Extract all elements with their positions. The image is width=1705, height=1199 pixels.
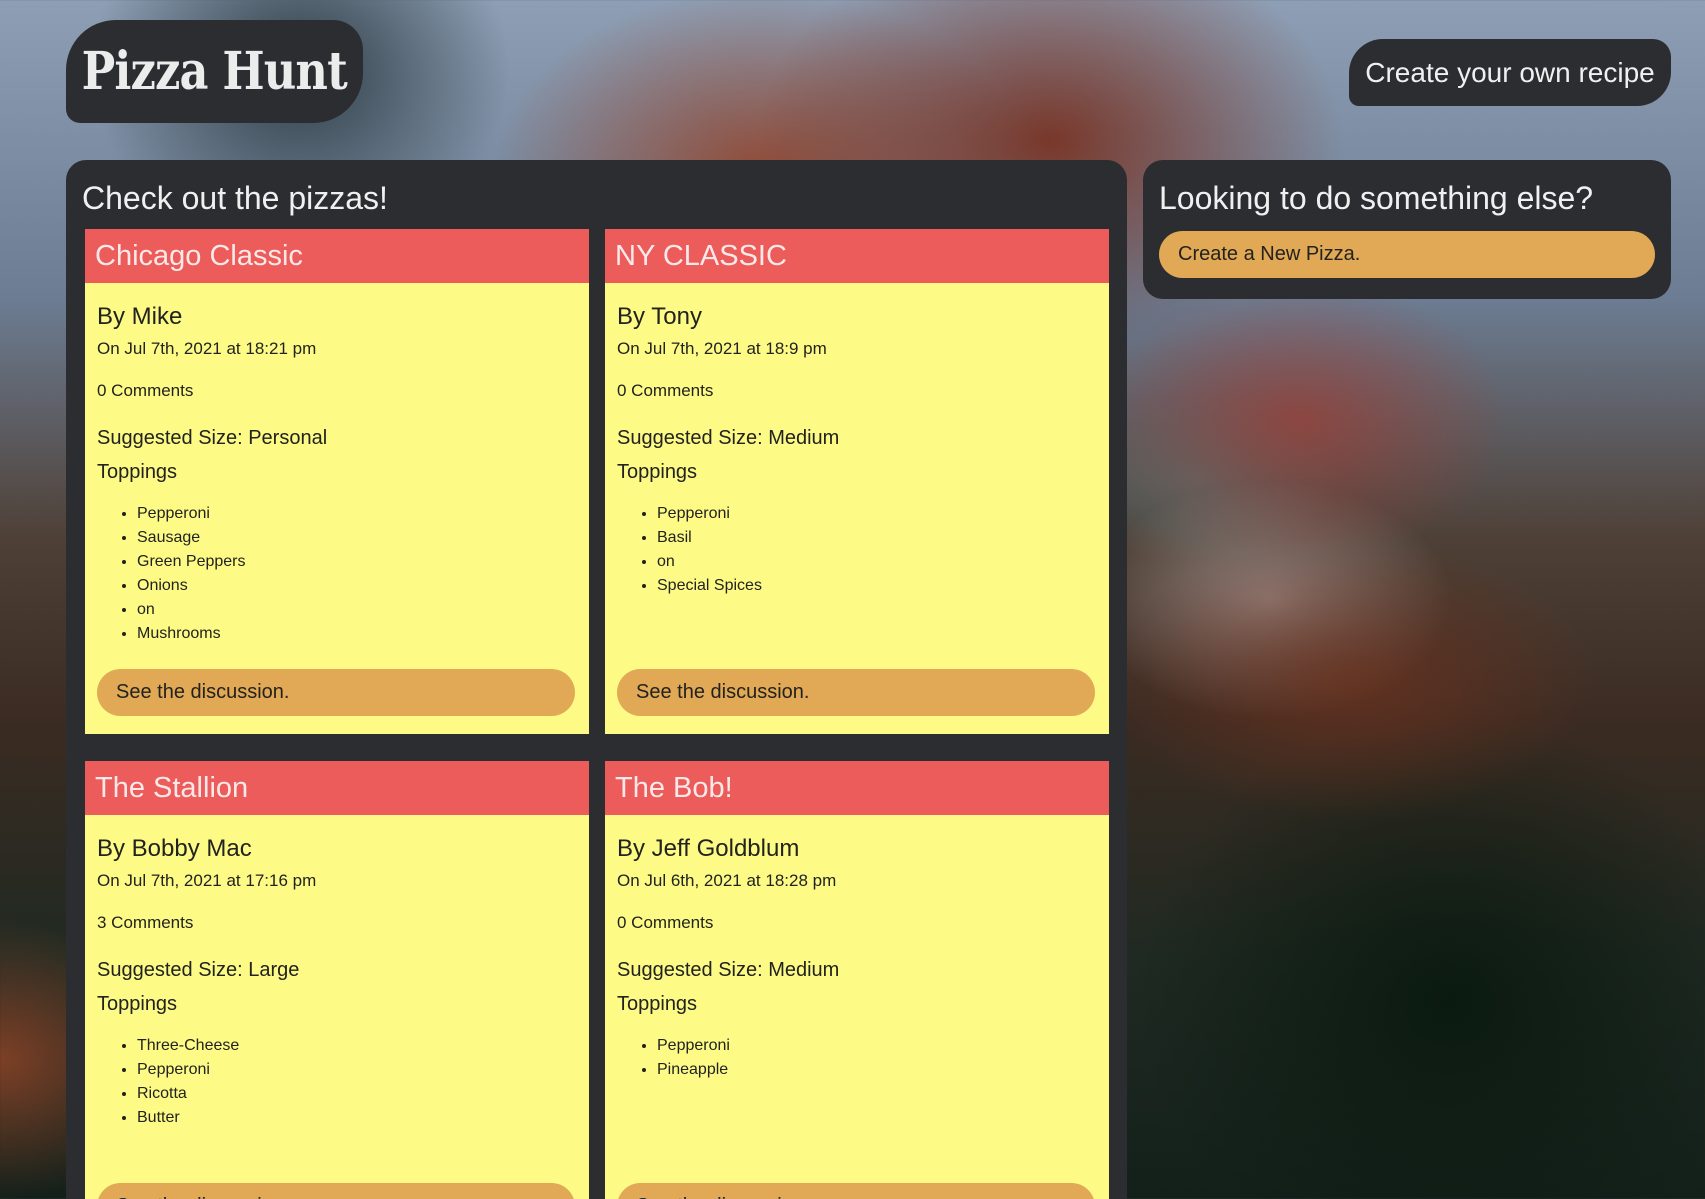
pizza-author: By Tony — [617, 303, 702, 330]
topping-item: Sausage — [137, 526, 577, 550]
toppings-label: Toppings — [617, 461, 698, 483]
pizza-date: On Jul 7th, 2021 at 18:21 pm — [97, 339, 317, 358]
toppings-list: Pepperoni Pineapple — [617, 1034, 1097, 1082]
topping-item: Pepperoni — [137, 1058, 577, 1082]
topping-item: Pepperoni — [137, 502, 577, 526]
pizza-name: The Stallion — [85, 761, 589, 815]
pizza-suggested-size: Suggested Size: Medium — [617, 959, 840, 981]
pizza-card: The Bob! By Jeff Goldblum On Jul 6th, 20… — [605, 761, 1109, 1199]
topping-item: Butter — [137, 1106, 577, 1130]
topping-item: Green Peppers — [137, 550, 577, 574]
actions-title: Looking to do something else? — [1159, 180, 1594, 216]
create-recipe-button[interactable]: Create your own recipe — [1349, 39, 1671, 106]
pizza-comments-count: 3 Comments — [97, 913, 194, 932]
pizza-author: By Mike — [97, 303, 183, 330]
pizza-card: The Stallion By Bobby Mac On Jul 7th, 20… — [85, 761, 589, 1199]
pizza-comments-count: 0 Comments — [97, 381, 194, 400]
pizza-date: On Jul 7th, 2021 at 18:9 pm — [617, 339, 827, 358]
topping-item: Three-Cheese — [137, 1034, 577, 1058]
see-discussion-button[interactable]: See the discussion. — [617, 669, 1095, 716]
see-discussion-button[interactable]: See the discussion. — [617, 1183, 1095, 1199]
pizza-suggested-size: Suggested Size: Personal — [97, 427, 328, 449]
pizza-comments-count: 0 Comments — [617, 381, 714, 400]
topping-item: Mushrooms — [137, 622, 577, 646]
pizza-card-body: By Jeff Goldblum On Jul 6th, 2021 at 18:… — [605, 815, 1109, 1082]
topping-item: Basil — [657, 526, 1097, 550]
pizza-card: Chicago Classic By Mike On Jul 7th, 2021… — [85, 229, 589, 734]
topping-item: Ricotta — [137, 1082, 577, 1106]
toppings-list: Three-Cheese Pepperoni Ricotta Butter — [97, 1034, 577, 1130]
pizza-suggested-size: Suggested Size: Medium — [617, 427, 840, 449]
pizza-suggested-size: Suggested Size: Large — [97, 959, 300, 981]
toppings-list: Pepperoni Basil on Special Spices — [617, 502, 1097, 598]
see-discussion-button[interactable]: See the discussion. — [97, 669, 575, 716]
topping-item: Special Spices — [657, 574, 1097, 598]
pizza-name: Chicago Classic — [85, 229, 589, 283]
pizza-date: On Jul 6th, 2021 at 18:28 pm — [617, 871, 837, 890]
pizza-card: NY CLASSIC By Tony On Jul 7th, 2021 at 1… — [605, 229, 1109, 734]
pizza-card-body: By Bobby Mac On Jul 7th, 2021 at 17:16 p… — [85, 815, 589, 1130]
pizza-hunt-logo[interactable]: Pizza Hunt — [66, 20, 363, 123]
pizza-list-panel: Check out the pizzas! Chicago Classic By… — [66, 160, 1127, 1199]
toppings-label: Toppings — [617, 993, 698, 1015]
pizza-author: By Jeff Goldblum — [617, 835, 800, 862]
pizza-card-body: By Tony On Jul 7th, 2021 at 18:9 pm 0 Co… — [605, 283, 1109, 598]
pizza-name: NY CLASSIC — [605, 229, 1109, 283]
create-new-pizza-button[interactable]: Create a New Pizza. — [1159, 231, 1655, 278]
pizza-card-body: By Mike On Jul 7th, 2021 at 18:21 pm 0 C… — [85, 283, 589, 646]
pizza-name: The Bob! — [605, 761, 1109, 815]
topping-item: Pepperoni — [657, 1034, 1097, 1058]
topping-item: Pepperoni — [657, 502, 1097, 526]
toppings-label: Toppings — [97, 993, 178, 1015]
topping-item: Pineapple — [657, 1058, 1097, 1082]
actions-panel: Looking to do something else? Create a N… — [1143, 160, 1671, 299]
pizza-date: On Jul 7th, 2021 at 17:16 pm — [97, 871, 317, 890]
topping-item: on — [137, 598, 577, 622]
pizza-author: By Bobby Mac — [97, 835, 252, 862]
topping-item: Onions — [137, 574, 577, 598]
toppings-list: Pepperoni Sausage Green Peppers Onions o… — [97, 502, 577, 646]
pizza-comments-count: 0 Comments — [617, 913, 714, 932]
logo-text: Pizza Hunt — [81, 41, 348, 102]
see-discussion-button[interactable]: See the discussion. — [97, 1183, 575, 1199]
topping-item: on — [657, 550, 1097, 574]
page-title: Check out the pizzas! — [82, 180, 388, 216]
toppings-label: Toppings — [97, 461, 178, 483]
